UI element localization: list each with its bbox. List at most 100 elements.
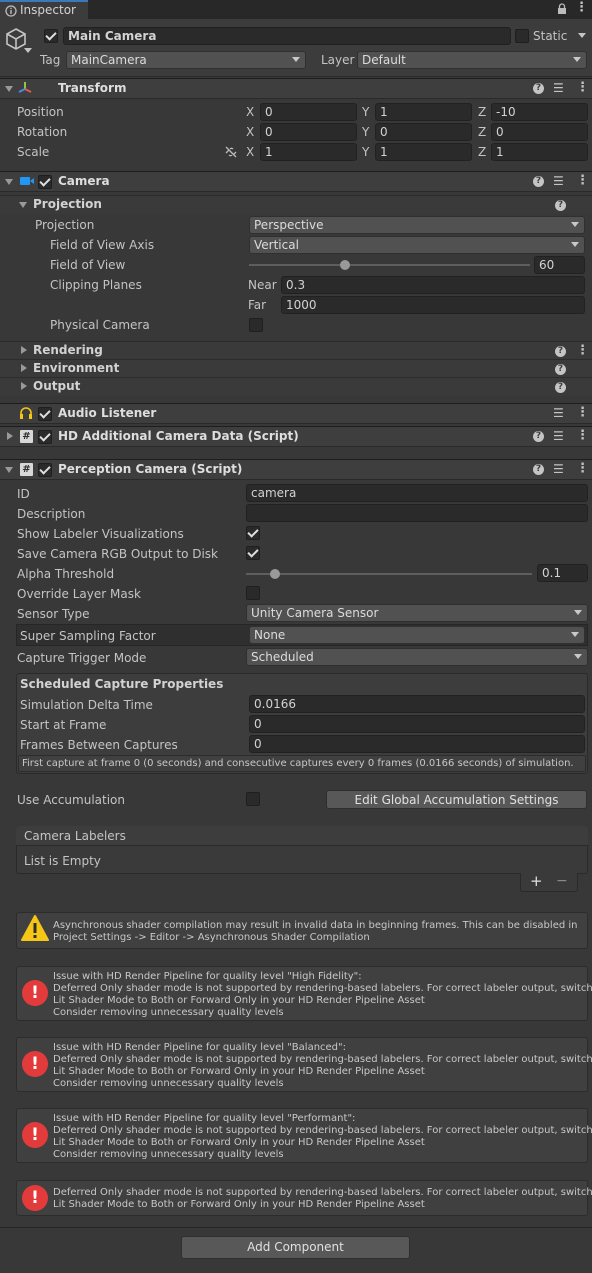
- axis-y-label[interactable]: Y: [362, 104, 369, 120]
- physical-camera-checkbox[interactable]: [249, 318, 263, 332]
- add-component-button[interactable]: Add Component: [181, 1236, 410, 1259]
- more-dots-icon[interactable]: ⋮: [576, 429, 589, 442]
- help-icon[interactable]: ?: [555, 382, 566, 393]
- static-checkbox[interactable]: [515, 29, 529, 43]
- add-item-button[interactable]: +: [530, 872, 543, 890]
- frames-between-field[interactable]: 0: [249, 735, 585, 753]
- help-icon[interactable]: ?: [555, 346, 566, 357]
- layer-dropdown[interactable]: Default: [357, 51, 587, 69]
- foldout-arrow-icon[interactable]: [21, 382, 27, 390]
- alpha-slider-knob[interactable]: [269, 569, 280, 579]
- sim-delta-field[interactable]: 0.0166: [249, 695, 585, 713]
- near-field[interactable]: 0.3: [281, 276, 585, 294]
- tab-inspector[interactable]: Inspector: [0, 0, 88, 19]
- override-mask-checkbox[interactable]: [246, 586, 260, 600]
- lock-icon[interactable]: [556, 3, 568, 15]
- position-x-field[interactable]: 0: [260, 103, 357, 121]
- preset-sliders-icon[interactable]: ☰: [553, 463, 564, 475]
- audio-listener-checkbox[interactable]: [38, 407, 52, 421]
- start-frame-field[interactable]: 0: [249, 715, 585, 733]
- foldout-arrow-icon[interactable]: [21, 346, 27, 354]
- alpha-slider-track[interactable]: [246, 573, 532, 575]
- camera-enabled-checkbox[interactable]: [38, 175, 52, 189]
- help-icon[interactable]: ?: [533, 464, 544, 475]
- chevron-down-icon: [571, 222, 579, 227]
- edit-accumulation-button[interactable]: Edit Global Accumulation Settings: [326, 790, 587, 809]
- scale-y-field[interactable]: 1: [375, 143, 472, 161]
- axis-z-label[interactable]: Z: [478, 124, 486, 140]
- axis-y-label[interactable]: Y: [362, 144, 369, 160]
- static-dropdown-arrow[interactable]: [578, 33, 586, 38]
- remove-item-button[interactable]: −: [556, 873, 568, 889]
- position-z-field[interactable]: -10: [491, 103, 588, 121]
- output-section-header[interactable]: [0, 377, 592, 396]
- more-dots-icon[interactable]: ⋮: [576, 406, 589, 419]
- axis-x-label[interactable]: X: [246, 124, 254, 140]
- rotation-x-field[interactable]: 0: [260, 123, 357, 141]
- rotation-z-field[interactable]: 0: [491, 123, 588, 141]
- show-labeler-checkbox[interactable]: [246, 526, 260, 540]
- save-rgb-checkbox[interactable]: [246, 546, 260, 560]
- help-icon[interactable]: ?: [555, 364, 566, 375]
- fov-slider-track[interactable]: [249, 264, 530, 266]
- axis-z-label[interactable]: Z: [478, 144, 486, 160]
- id-field[interactable]: camera: [246, 484, 588, 502]
- description-field[interactable]: [246, 504, 588, 522]
- more-dots-icon[interactable]: ⋮: [576, 462, 589, 475]
- fov-slider-knob[interactable]: [339, 260, 350, 270]
- help-icon[interactable]: ?: [533, 431, 544, 442]
- alpha-value-field[interactable]: 0.1: [537, 564, 588, 582]
- capture-trigger-dropdown[interactable]: Scheduled: [246, 648, 588, 666]
- message-line: Consider removing unnecessary quality le…: [53, 1078, 284, 1089]
- perception-camera-checkbox[interactable]: [38, 463, 52, 477]
- help-icon[interactable]: ?: [533, 176, 544, 187]
- preset-sliders-icon[interactable]: ☰: [553, 175, 564, 187]
- axis-x-label[interactable]: X: [246, 144, 254, 160]
- far-label[interactable]: Far: [248, 297, 266, 313]
- hd-additional-checkbox[interactable]: [38, 430, 52, 444]
- axis-x-label[interactable]: X: [246, 104, 254, 120]
- help-icon[interactable]: ?: [555, 200, 566, 211]
- axis-y-label[interactable]: Y: [362, 124, 369, 140]
- foldout-arrow-icon[interactable]: [5, 179, 13, 185]
- message-line: Lit Shader Mode to Both or Forward Only …: [53, 995, 425, 1006]
- help-icon[interactable]: ?: [533, 83, 544, 94]
- far-field[interactable]: 1000: [281, 296, 585, 314]
- tag-dropdown[interactable]: MainCamera: [66, 51, 306, 69]
- list-footer: [520, 873, 578, 892]
- foldout-arrow-icon[interactable]: [7, 432, 13, 440]
- rotation-y-field[interactable]: 0: [375, 123, 472, 141]
- super-sampling-value: None: [254, 628, 286, 642]
- sensor-type-dropdown[interactable]: Unity Camera Sensor: [246, 604, 588, 622]
- projection-label: Projection: [35, 218, 95, 232]
- foldout-arrow-icon[interactable]: [19, 202, 27, 208]
- active-checkbox[interactable]: [44, 29, 58, 43]
- more-dots-icon[interactable]: ⋮: [576, 81, 589, 94]
- foldout-arrow-icon[interactable]: [5, 86, 13, 92]
- scale-x-field[interactable]: 1: [260, 143, 357, 161]
- foldout-arrow-icon[interactable]: [21, 364, 27, 372]
- headphones-icon: [20, 407, 32, 419]
- gameobject-name-field[interactable]: Main Camera: [63, 27, 511, 45]
- use-accumulation-checkbox[interactable]: [246, 792, 260, 806]
- fov-value-field[interactable]: 60: [534, 256, 585, 274]
- unlinked-chain-icon[interactable]: [224, 145, 238, 159]
- preset-sliders-icon[interactable]: ☰: [553, 430, 564, 442]
- preset-sliders-icon[interactable]: ☰: [553, 407, 564, 419]
- more-dots-icon[interactable]: ⋮: [576, 344, 589, 357]
- kebab-menu-icon[interactable]: ⋮: [575, 1, 588, 14]
- near-label[interactable]: Near: [248, 277, 277, 293]
- projection-dropdown[interactable]: Perspective: [249, 216, 585, 234]
- position-y-field[interactable]: 1: [375, 103, 472, 121]
- foldout-arrow-icon[interactable]: [5, 467, 13, 473]
- fov-axis-dropdown[interactable]: Vertical: [249, 236, 585, 254]
- preset-sliders-icon[interactable]: ☰: [553, 82, 564, 94]
- super-sampling-dropdown[interactable]: None: [249, 626, 585, 644]
- error-text: Issue with HD Render Pipeline for qualit…: [53, 1113, 592, 1161]
- axis-z-label[interactable]: Z: [478, 104, 486, 120]
- capture-trigger-value: Scheduled: [251, 650, 314, 664]
- more-dots-icon[interactable]: ⋮: [576, 174, 589, 187]
- icon-dropdown-arrow[interactable]: [24, 48, 32, 53]
- scale-z-field[interactable]: 1: [491, 143, 588, 161]
- list-empty-label: List is Empty: [24, 854, 101, 868]
